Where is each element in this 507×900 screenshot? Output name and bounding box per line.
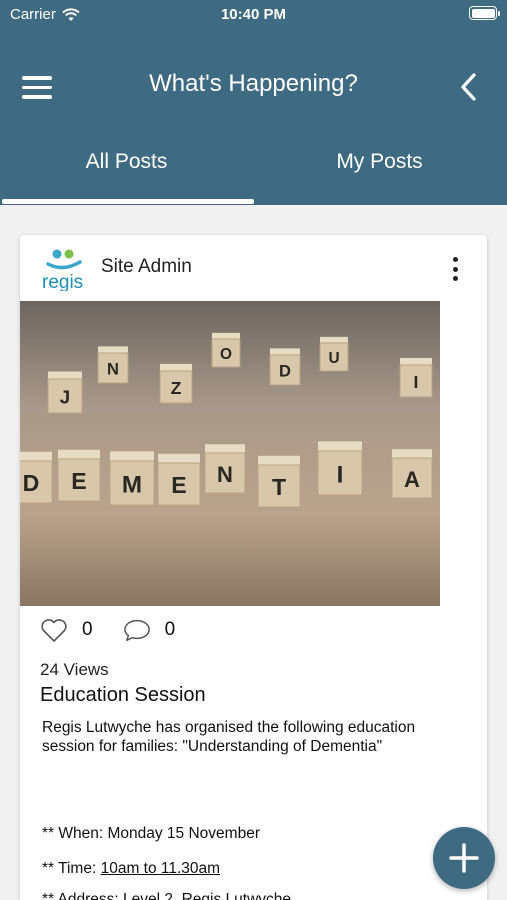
detail-address: ** Address: Level 2, Regis Lutwyche bbox=[42, 891, 291, 900]
app-header: Carrier 10:40 PM What's Happening? All P… bbox=[0, 0, 507, 205]
svg-text:D: D bbox=[279, 363, 291, 381]
svg-text:E: E bbox=[71, 468, 86, 494]
svg-text:N: N bbox=[217, 462, 233, 487]
background-block: N bbox=[97, 346, 129, 384]
tab-my-posts[interactable]: My Posts bbox=[253, 150, 506, 174]
word-block: M bbox=[109, 451, 155, 506]
add-post-button[interactable] bbox=[433, 827, 495, 889]
svg-text:regis: regis bbox=[42, 272, 83, 291]
heart-icon[interactable] bbox=[40, 617, 68, 643]
word-block: D bbox=[20, 451, 53, 504]
background-block: J bbox=[47, 371, 83, 414]
word-block: E bbox=[157, 453, 201, 506]
battery-icon bbox=[469, 6, 500, 20]
status-time: 10:40 PM bbox=[220, 6, 287, 23]
chevron-left-icon[interactable] bbox=[459, 72, 479, 102]
dementia-blocks-photo: J N Z O D U I D E M E N T I A bbox=[20, 301, 440, 606]
svg-text:I: I bbox=[337, 462, 344, 489]
active-tab-indicator bbox=[2, 199, 254, 204]
svg-text:J: J bbox=[60, 386, 70, 407]
svg-text:D: D bbox=[23, 470, 40, 496]
comment-icon[interactable] bbox=[123, 617, 151, 643]
svg-text:T: T bbox=[272, 474, 286, 500]
svg-text:Z: Z bbox=[171, 378, 182, 398]
word-block: I bbox=[317, 441, 363, 496]
post-body: Regis Lutwyche has organised the followi… bbox=[42, 719, 416, 755]
background-block: O bbox=[211, 332, 241, 368]
background-block: I bbox=[399, 357, 433, 398]
background-block: Z bbox=[159, 363, 193, 404]
status-bar: Carrier 10:40 PM bbox=[0, 0, 507, 30]
background-block: D bbox=[269, 348, 301, 386]
svg-text:A: A bbox=[404, 467, 420, 492]
plus-icon bbox=[449, 843, 479, 873]
post-card[interactable]: regis Site Admin J N Z O D U I D E M E N T I A 0 0 24… bbox=[20, 235, 487, 900]
comment-count: 0 bbox=[164, 619, 176, 640]
word-block: A bbox=[391, 449, 433, 499]
detail-time: ** Time: 10am to 11.30am bbox=[42, 860, 221, 877]
word-block: N bbox=[204, 444, 246, 494]
svg-text:U: U bbox=[328, 350, 339, 367]
svg-text:I: I bbox=[414, 372, 419, 392]
svg-text:E: E bbox=[171, 472, 186, 498]
like-count: 0 bbox=[82, 619, 93, 640]
post-author: Site Admin bbox=[101, 256, 192, 277]
detail-when: ** When: Monday 15 November bbox=[42, 825, 260, 842]
svg-text:N: N bbox=[107, 361, 119, 379]
word-block: E bbox=[57, 449, 101, 502]
word-block: T bbox=[257, 455, 301, 508]
tab-all-posts[interactable]: All Posts bbox=[0, 150, 253, 174]
page-title: What's Happening? bbox=[149, 70, 358, 97]
background-block: U bbox=[319, 336, 349, 372]
svg-text:M: M bbox=[122, 472, 142, 499]
regis-logo: regis bbox=[42, 249, 83, 291]
post-title: Education Session bbox=[40, 684, 206, 706]
post-image[interactable]: J N Z O D U I D E M E N T I A bbox=[20, 301, 440, 606]
post-actions: 0 0 bbox=[40, 617, 205, 643]
view-count: 24 Views bbox=[40, 660, 109, 679]
time-link[interactable]: 10am to 11.30am bbox=[101, 860, 220, 877]
svg-text:O: O bbox=[220, 346, 232, 363]
feed[interactable]: regis Site Admin J N Z O D U I D E M E N T I A 0 0 24… bbox=[0, 205, 507, 900]
more-options-icon[interactable] bbox=[451, 257, 459, 281]
